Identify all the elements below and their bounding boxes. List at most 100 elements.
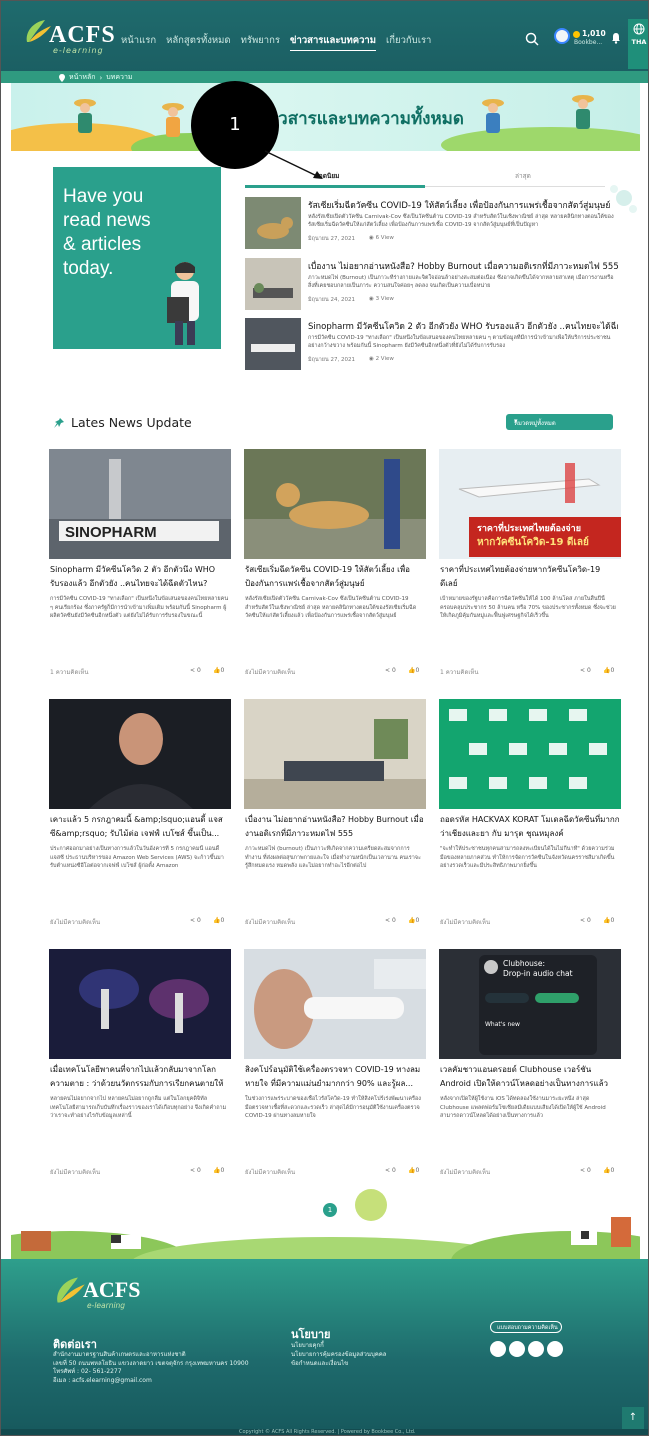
card-comments[interactable]: ยังไม่มีความคิดเห็น <box>50 1167 100 1177</box>
news-card[interactable]: เบื่องาน ไม่อยากอ่านหนังสือ? Hobby Burno… <box>244 699 426 939</box>
arrow-up-icon: ↑ <box>628 1412 638 1423</box>
card-comments[interactable]: ยังไม่มีความคิดเห็น <box>50 917 100 927</box>
pagination-current[interactable]: 1 <box>323 1203 337 1217</box>
nav-home[interactable]: หน้าแรก <box>121 33 156 51</box>
like-icon[interactable]: 👍0 <box>408 917 419 924</box>
policy-link-privacy[interactable]: นโยบายการคุ้มครองข้อมูลส่วนบุคคล <box>291 1350 386 1359</box>
card-comments[interactable]: ยังไม่มีความคิดเห็น <box>245 667 295 677</box>
like-count: 0 <box>610 667 615 674</box>
card-comments[interactable]: 1 ความคิดเห็น <box>50 667 88 677</box>
share-icon[interactable]: < 0 <box>385 917 396 924</box>
share-icon[interactable]: < 0 <box>385 667 396 674</box>
tab-popular[interactable]: ยอดนิยม <box>315 171 339 181</box>
card-image: ราคาที่ประเทศไทยต้องจ่าย หากวัคซีนโควิด-… <box>439 449 621 559</box>
card-title[interactable]: Sinopharm มีวัคซีนโควิด 2 ตัว อีกตัวนึง … <box>50 563 230 593</box>
featured-item[interactable]: Sinopharm มีวัคซีนโควิด 2 ตัว อีกตัวยัง … <box>245 318 618 374</box>
category-select[interactable]: หมวดหมู่ทั้งหมด ▾ <box>506 414 613 430</box>
card-comments[interactable]: ยังไม่มีความคิดเห็น <box>245 1167 295 1177</box>
nav-news[interactable]: ข่าวสารและบทความ <box>289 33 377 51</box>
news-card[interactable]: ถอดรหัส HACKVAX KORAT โมเดลฉีดวัคซีนที่ม… <box>439 699 621 939</box>
like-icon[interactable]: 👍0 <box>603 917 614 924</box>
news-card[interactable]: รัสเซียเริ่มฉีดวัคซีน COVID-19 ให้สัตว์เ… <box>244 449 426 689</box>
featured-title[interactable]: รัสเซียเริ่มฉีดวัคซีน COVID-19 ให้สัตว์เ… <box>308 198 618 212</box>
like-count: 0 <box>220 667 225 674</box>
share-icon[interactable]: < 0 <box>190 667 201 674</box>
share-count: 0 <box>391 667 396 674</box>
language-switcher[interactable]: THA <box>628 19 648 69</box>
bell-icon[interactable] <box>611 32 621 44</box>
card-footer: ยังไม่มีความคิดเห็น < 0 👍0 <box>440 917 620 929</box>
farmer-illustration <box>74 99 96 133</box>
featured-item[interactable]: เบื่องาน ไม่อยากอ่านหนังสือ? Hobby Burno… <box>245 258 618 314</box>
card-footer: ยังไม่มีความคิดเห็น < 0 👍0 <box>440 1167 620 1179</box>
like-count: 0 <box>610 917 615 924</box>
like-icon[interactable]: 👍0 <box>213 1167 224 1174</box>
share-icon[interactable]: < 0 <box>190 1167 201 1174</box>
tab-latest[interactable]: ล่าสุด <box>515 171 531 181</box>
dance-image <box>49 949 231 1059</box>
news-card[interactable]: Clubhouse: Drop-in audio chat What's new… <box>439 949 621 1189</box>
news-card[interactable]: เคาะแล้ว 5 กรกฎาคมนี้ &amp;lsquo;แอนดี้ … <box>49 699 231 939</box>
hero-banner: ข่าวสารและบทความทั้งหมด <box>11 83 640 151</box>
card-title[interactable]: ถอดรหัส HACKVAX KORAT โมเดลฉีดวัคซีนที่ม… <box>440 813 620 843</box>
card-comments[interactable]: 1 ความคิดเห็น <box>440 667 478 677</box>
share-icon[interactable]: < 0 <box>385 1167 396 1174</box>
card-title[interactable]: รัสเซียเริ่มฉีดวัคซีน COVID-19 ให้สัตว์เ… <box>245 563 425 593</box>
user-name[interactable]: Bookbe... <box>574 39 602 46</box>
email-line[interactable]: อีเมล : acfs.elearning@gmail.com <box>53 1377 293 1386</box>
news-card[interactable]: SINOPHARM Sinopharm มีวัคซีนโควิด 2 ตัว … <box>49 449 231 689</box>
featured-item[interactable]: รัสเซียเริ่มฉีดวัคซีน COVID-19 ให้สัตว์เ… <box>245 197 615 253</box>
copyright-bar: Copyright © ACFS All Rights Reserved. | … <box>1 1429 648 1435</box>
featured-thumbnail <box>245 318 301 370</box>
card-title[interactable]: เบื่องาน ไม่อยากอ่านหนังสือ? Hobby Burno… <box>245 813 425 843</box>
policy-link-terms[interactable]: ข้อกำหนดและเงื่อนไข <box>291 1359 386 1368</box>
like-icon[interactable]: 👍0 <box>603 667 614 674</box>
like-icon[interactable]: 👍0 <box>213 667 224 674</box>
policy-links: นโยบายคุกกี้ นโยบายการคุ้มครองข้อมูลส่วน… <box>291 1341 386 1368</box>
nav-courses[interactable]: หลักสูตรทั้งหมด <box>166 33 231 51</box>
like-count: 0 <box>220 917 225 924</box>
user-avatar[interactable] <box>554 28 570 44</box>
card-comments[interactable]: ยังไม่มีความคิดเห็น <box>440 917 490 927</box>
like-icon[interactable]: 👍0 <box>603 1167 614 1174</box>
share-icon[interactable]: < 0 <box>580 667 591 674</box>
card-desc: ในช่วงการแพร่ระบาดของเชื้อไวรัสโควิด-19 … <box>245 1096 421 1119</box>
policy-link-cookie[interactable]: นโยบายคุกกี้ <box>291 1341 386 1350</box>
feedback-button[interactable]: แบบสอบถามความคิดเห็น <box>490 1321 562 1333</box>
featured-title[interactable]: Sinopharm มีวัคซีนโควิด 2 ตัว อีกตัวยัง … <box>308 319 618 333</box>
nav-resources[interactable]: ทรัพยากร <box>241 33 280 51</box>
hackvax-image <box>439 699 621 809</box>
featured-title[interactable]: เบื่องาน ไม่อยากอ่านหนังสือ? Hobby Burno… <box>308 259 618 273</box>
share-icon[interactable]: < 0 <box>580 917 591 924</box>
card-comments[interactable]: ยังไม่มีความคิดเห็น <box>440 1167 490 1177</box>
facebook-icon[interactable] <box>490 1341 506 1357</box>
back-to-top-button[interactable]: ↑ <box>622 1407 644 1429</box>
card-title[interactable]: เวลคัมชาวแอนดรอยด์ Clubhouse เวอร์ชัน An… <box>440 1063 620 1093</box>
news-card[interactable]: เมื่อเทคโนโลยีพาคนที่จากไปแล้วกลับมาจากโ… <box>49 949 231 1189</box>
email-icon[interactable] <box>547 1341 563 1357</box>
like-icon[interactable]: 👍0 <box>213 917 224 924</box>
like-icon[interactable]: 👍0 <box>408 667 419 674</box>
share-icon[interactable]: < 0 <box>580 1167 591 1174</box>
search-icon[interactable] <box>525 32 539 46</box>
breadcrumb-home[interactable]: หน้าหลัก <box>69 72 95 83</box>
nav-about[interactable]: เกี่ยวกับเรา <box>386 33 431 51</box>
card-title[interactable]: เคาะแล้ว 5 กรกฎาคมนี้ &amp;lsquo;แอนดี้ … <box>50 813 230 843</box>
card-desc: ประกาศออกมาอย่างเป็นทางการแล้วในวันอังคา… <box>50 846 224 869</box>
line-icon[interactable] <box>509 1341 525 1357</box>
like-count: 0 <box>415 1167 420 1174</box>
card-image <box>244 449 426 559</box>
news-card[interactable]: สิงคโปร์อนุมัติใช้เครื่องตรวจหา COVID-19… <box>244 949 426 1189</box>
card-title[interactable]: เมื่อเทคโนโลยีพาคนที่จากไปแล้วกลับมาจากโ… <box>50 1063 230 1093</box>
card-title[interactable]: สิงคโปร์อนุมัติใช้เครื่องตรวจหา COVID-19… <box>245 1063 425 1093</box>
site-logo[interactable]: ACFS e-learning <box>23 16 115 58</box>
youtube-icon[interactable] <box>528 1341 544 1357</box>
card-image-overlay: หากวัคซีนโควิด-19 ดีเลย์ <box>477 537 589 548</box>
sinopharm-image: SINOPHARM <box>49 449 231 559</box>
card-footer: 1 ความคิดเห็น < 0 👍0 <box>50 667 230 679</box>
like-icon[interactable]: 👍0 <box>408 1167 419 1174</box>
news-card[interactable]: ราคาที่ประเทศไทยต้องจ่าย หากวัคซีนโควิด-… <box>439 449 621 689</box>
share-icon[interactable]: < 0 <box>190 917 201 924</box>
card-title[interactable]: ราคาที่ประเทศไทยต้องจ่ายหากวัคซีนโควิด-1… <box>440 563 620 593</box>
card-comments[interactable]: ยังไม่มีความคิดเห็น <box>245 917 295 927</box>
